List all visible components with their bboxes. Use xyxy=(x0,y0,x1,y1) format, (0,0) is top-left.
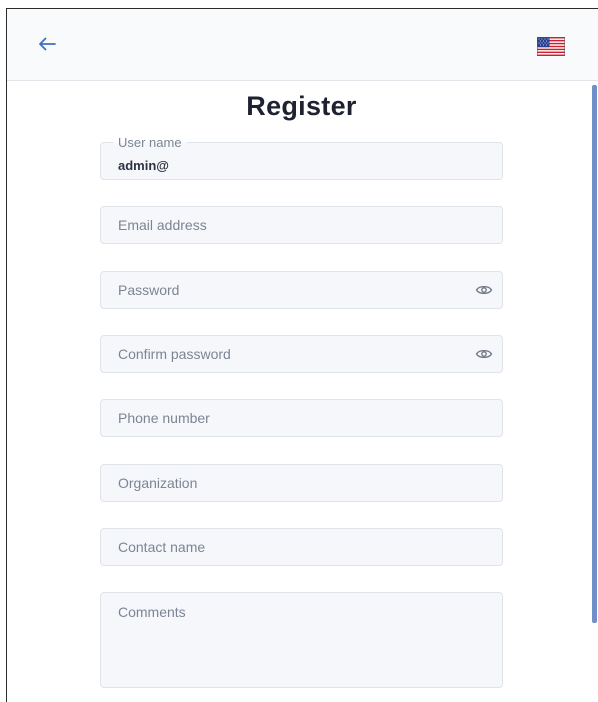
eye-icon[interactable] xyxy=(475,283,493,297)
email-placeholder: Email address xyxy=(118,217,207,233)
contact-name-placeholder: Contact name xyxy=(118,539,206,555)
register-form-area: Register User name admin@ Email address … xyxy=(7,81,590,702)
username-value: admin@ xyxy=(118,158,169,173)
email-field[interactable]: Email address xyxy=(100,206,503,244)
back-button[interactable] xyxy=(32,29,62,59)
username-label: User name xyxy=(113,135,187,150)
eye-icon[interactable] xyxy=(475,347,493,361)
app-window: Register User name admin@ Email address … xyxy=(6,8,598,702)
comments-placeholder: Comments xyxy=(118,604,186,620)
password-placeholder: Password xyxy=(118,282,180,298)
us-flag-icon xyxy=(537,37,565,56)
scrollbar-thumb[interactable] xyxy=(592,85,597,623)
confirm-password-field[interactable]: Confirm password xyxy=(100,335,503,373)
password-field[interactable]: Password xyxy=(100,271,503,309)
confirm-password-placeholder: Confirm password xyxy=(118,346,231,362)
top-bar xyxy=(7,9,598,81)
comments-field[interactable]: Comments xyxy=(100,592,503,688)
phone-placeholder: Phone number xyxy=(118,410,210,426)
username-field[interactable]: User name admin@ xyxy=(100,135,503,180)
contact-name-field[interactable]: Contact name xyxy=(100,528,503,566)
arrow-left-icon xyxy=(39,37,56,51)
language-selector[interactable] xyxy=(537,37,565,56)
organization-placeholder: Organization xyxy=(118,475,198,491)
organization-field[interactable]: Organization xyxy=(100,464,503,502)
phone-field[interactable]: Phone number xyxy=(100,399,503,437)
page-title: Register xyxy=(246,91,357,121)
